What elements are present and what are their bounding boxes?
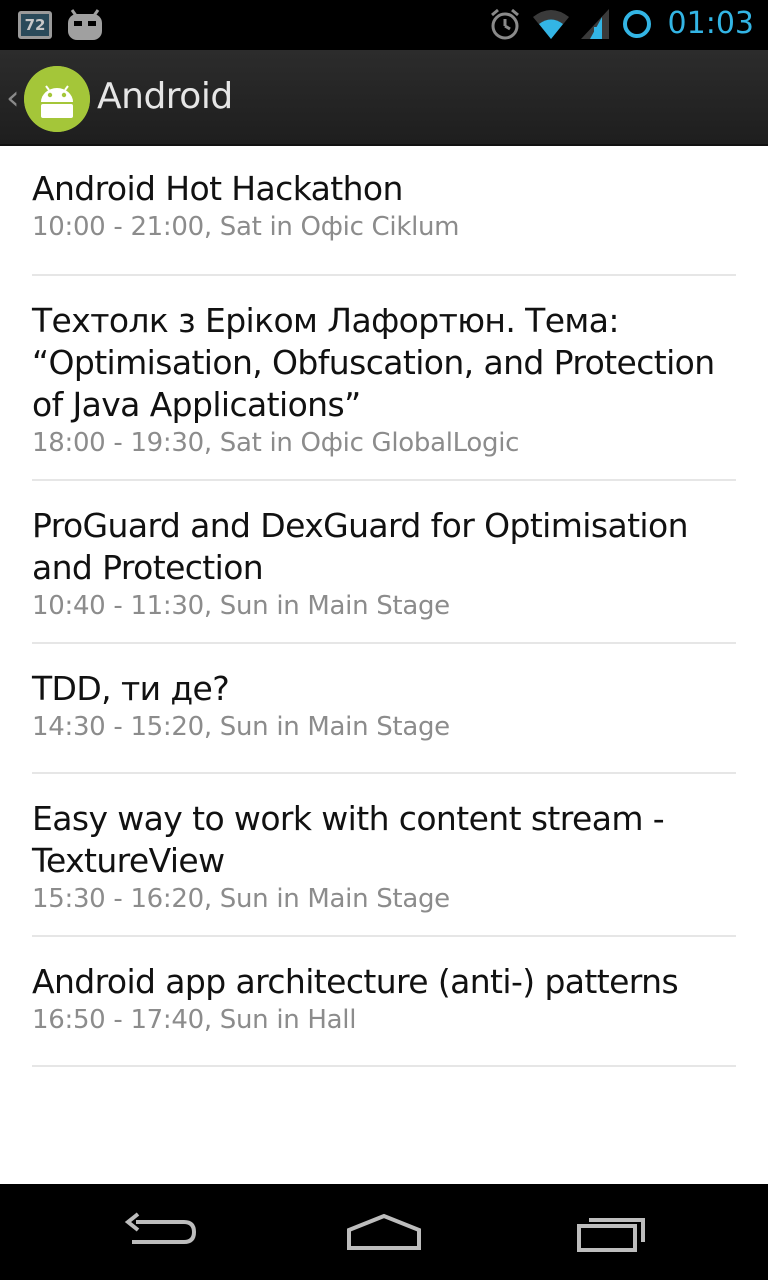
list-item[interactable]: Easy way to work with content stream - T… — [32, 774, 736, 937]
wifi-icon — [532, 9, 569, 39]
list-item[interactable]: ProGuard and DexGuard for Optimisation a… — [32, 481, 736, 644]
list-item[interactable]: Android app architecture (anti-) pattern… — [32, 937, 736, 1067]
status-time: 01:03 — [667, 6, 754, 41]
alarm-icon — [490, 8, 519, 39]
session-title: Android Hot Hackathon — [32, 169, 403, 208]
navigation-bar — [0, 1184, 768, 1280]
session-title: Android app architecture (anti-) pattern… — [32, 962, 679, 1001]
session-title: ProGuard and DexGuard for Optimisation a… — [32, 506, 689, 587]
back-icon[interactable] — [114, 1208, 204, 1258]
up-caret-icon[interactable]: ‹ — [6, 78, 20, 118]
session-list: Android Hot Hackathon 10:00 - 21:00, Sat… — [0, 146, 768, 1067]
session-subtitle: 15:30 - 16:20, Sun in Main Stage — [32, 884, 450, 914]
signal-icon — [580, 8, 609, 39]
action-bar-title: Android — [97, 76, 233, 117]
session-title: Easy way to work with content stream - T… — [32, 799, 665, 880]
session-title: Техтолк з Еріком Лафортюн. Тема: “Optimi… — [32, 301, 715, 424]
list-item[interactable]: TDD, ти де? 14:30 - 15:20, Sun in Main S… — [32, 644, 736, 774]
session-subtitle: 10:00 - 21:00, Sat in Офіс Ciklum — [32, 212, 460, 242]
session-title: TDD, ти де? — [32, 669, 230, 708]
list-item[interactable]: Android Hot Hackathon 10:00 - 21:00, Sat… — [32, 146, 736, 276]
cyanogenmod-icon — [68, 9, 102, 40]
sync-circle-icon — [622, 9, 651, 38]
action-bar: ‹ Android — [0, 50, 768, 146]
android-logo-icon[interactable] — [24, 66, 90, 132]
recent-apps-icon[interactable] — [567, 1208, 657, 1258]
session-subtitle: 10:40 - 11:30, Sun in Main Stage — [32, 591, 450, 621]
notification-72-icon: 72 — [18, 11, 52, 39]
session-subtitle: 14:30 - 15:20, Sun in Main Stage — [32, 712, 450, 742]
home-icon[interactable] — [339, 1208, 429, 1258]
status-bar: 72 01:03 — [0, 0, 768, 50]
session-subtitle: 16:50 - 17:40, Sun in Hall — [32, 1005, 357, 1035]
session-subtitle: 18:00 - 19:30, Sat in Офіс GlobalLogic — [32, 428, 520, 458]
list-item[interactable]: Техтолк з Еріком Лафортюн. Тема: “Optimi… — [32, 276, 736, 481]
